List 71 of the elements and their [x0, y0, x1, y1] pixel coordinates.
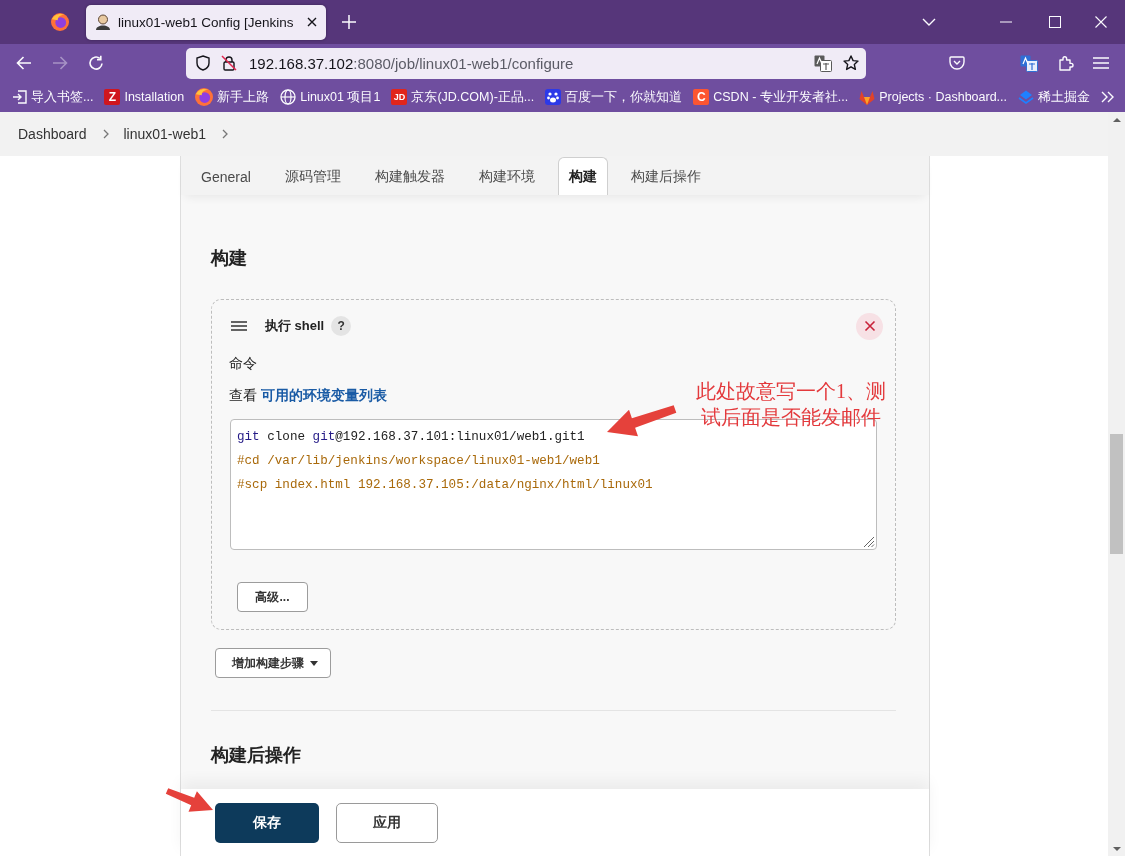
puzzle-icon[interactable]: [1058, 55, 1074, 71]
firefox-icon[interactable]: [51, 13, 69, 31]
pocket-icon[interactable]: [949, 56, 965, 70]
env-hint-text: 查看 可用的环境变量列表: [229, 386, 387, 405]
bookmark[interactable]: Z Installation: [104, 89, 185, 105]
close-icon: [864, 321, 875, 331]
tab[interactable]: General: [190, 157, 262, 195]
delete-button[interactable]: [856, 312, 883, 340]
fox-icon: [859, 89, 876, 105]
chevron-down-icon[interactable]: [922, 18, 936, 26]
tab[interactable]: 构建后操作: [619, 157, 712, 195]
save-button[interactable]: 保存: [215, 803, 319, 843]
bookmark[interactable]: 新手上路: [195, 88, 270, 106]
double-chevron-icon[interactable]: [1101, 91, 1115, 103]
bookmark[interactable]: Linux01 项目1: [280, 88, 381, 106]
annotation-arrow: [607, 405, 677, 437]
bookmark[interactable]: C CSDN - 专业开发者社...: [693, 88, 849, 106]
code-line: git clone git@192.168.37.101:linux01/web1.git1: [237, 429, 585, 446]
section-heading: 构建: [211, 247, 247, 270]
tab[interactable]: 构建: [557, 157, 608, 195]
apply-button[interactable]: 应用: [336, 803, 438, 843]
section-heading: 构建后操作: [211, 744, 301, 767]
code-line: #scp index.html 192.168.37.105:/data/nginx/html/linux01: [237, 477, 653, 494]
advanced-button[interactable]: 高级...: [237, 582, 308, 612]
scrollbar-thumb[interactable]: [1110, 434, 1123, 554]
caret-icon: [310, 660, 318, 666]
tab[interactable]: 构建触发器: [363, 157, 456, 195]
scroll-up-icon[interactable]: [1112, 118, 1121, 122]
menu-icon[interactable]: [1093, 57, 1109, 69]
breadcrumb-link[interactable]: linux01-web1: [123, 126, 206, 142]
site-logo: JD: [391, 89, 408, 105]
add-step-button[interactable]: 增加构建步骤: [215, 648, 331, 678]
star-icon[interactable]: [843, 55, 859, 71]
shield-icon[interactable]: [196, 55, 210, 71]
browser-tab[interactable]: linux01-web1 Config [Jenkins: [86, 4, 326, 40]
tab[interactable]: 构建环境: [467, 157, 546, 195]
breadcrumb-link[interactable]: Dashboard: [18, 126, 87, 142]
chevron-right-icon[interactable]: [222, 129, 228, 139]
import-icon: [12, 90, 27, 104]
env-variables-link[interactable]: 可用的环境变量列表: [260, 387, 387, 403]
paw-icon: [545, 89, 562, 105]
site-logo: C: [693, 89, 710, 105]
code-line: #cd /var/lib/jenkins/workspace/linux01-web1/web1: [237, 453, 600, 470]
crossed-lock-icon[interactable]: [221, 55, 237, 71]
back-arrow-icon[interactable]: [16, 56, 32, 70]
translate-icon[interactable]: [814, 54, 832, 72]
scroll-down-icon[interactable]: [1112, 847, 1121, 851]
resize-handle-icon[interactable]: [864, 537, 874, 547]
maximize-icon[interactable]: [1049, 16, 1061, 28]
close-icon[interactable]: [306, 17, 317, 27]
bookmark[interactable]: 百度一下，你就知道: [545, 88, 683, 106]
tab[interactable]: 源码管理: [273, 157, 352, 195]
annotation-arrow: [165, 788, 213, 812]
person-icon: [95, 14, 111, 30]
layers-icon: [1018, 90, 1035, 104]
bookmark[interactable]: JD 京东(JD.COM)-正品...: [391, 88, 535, 106]
reload-icon[interactable]: [88, 55, 104, 71]
bookmark[interactable]: 稀土掘金: [1018, 88, 1091, 106]
address-field[interactable]: 192.168.37.102:8080/job/linux01-web1/configure: [186, 47, 866, 79]
field-label: 命令: [229, 354, 257, 373]
firefox-icon[interactable]: [195, 88, 214, 106]
step-title: 执行 shell: [265, 317, 325, 335]
globe-icon: [280, 89, 297, 105]
bookmark[interactable]: 导入书签...: [12, 88, 94, 106]
plus-icon[interactable]: [341, 15, 356, 29]
drag-handle-icon[interactable]: [231, 321, 247, 331]
translate-icon[interactable]: [1020, 54, 1038, 72]
bookmark[interactable]: Projects · Dashboard...: [859, 89, 1008, 105]
site-logo: Z: [104, 89, 121, 105]
chevron-right-icon[interactable]: [102, 129, 109, 139]
help-button[interactable]: ?: [331, 316, 352, 336]
